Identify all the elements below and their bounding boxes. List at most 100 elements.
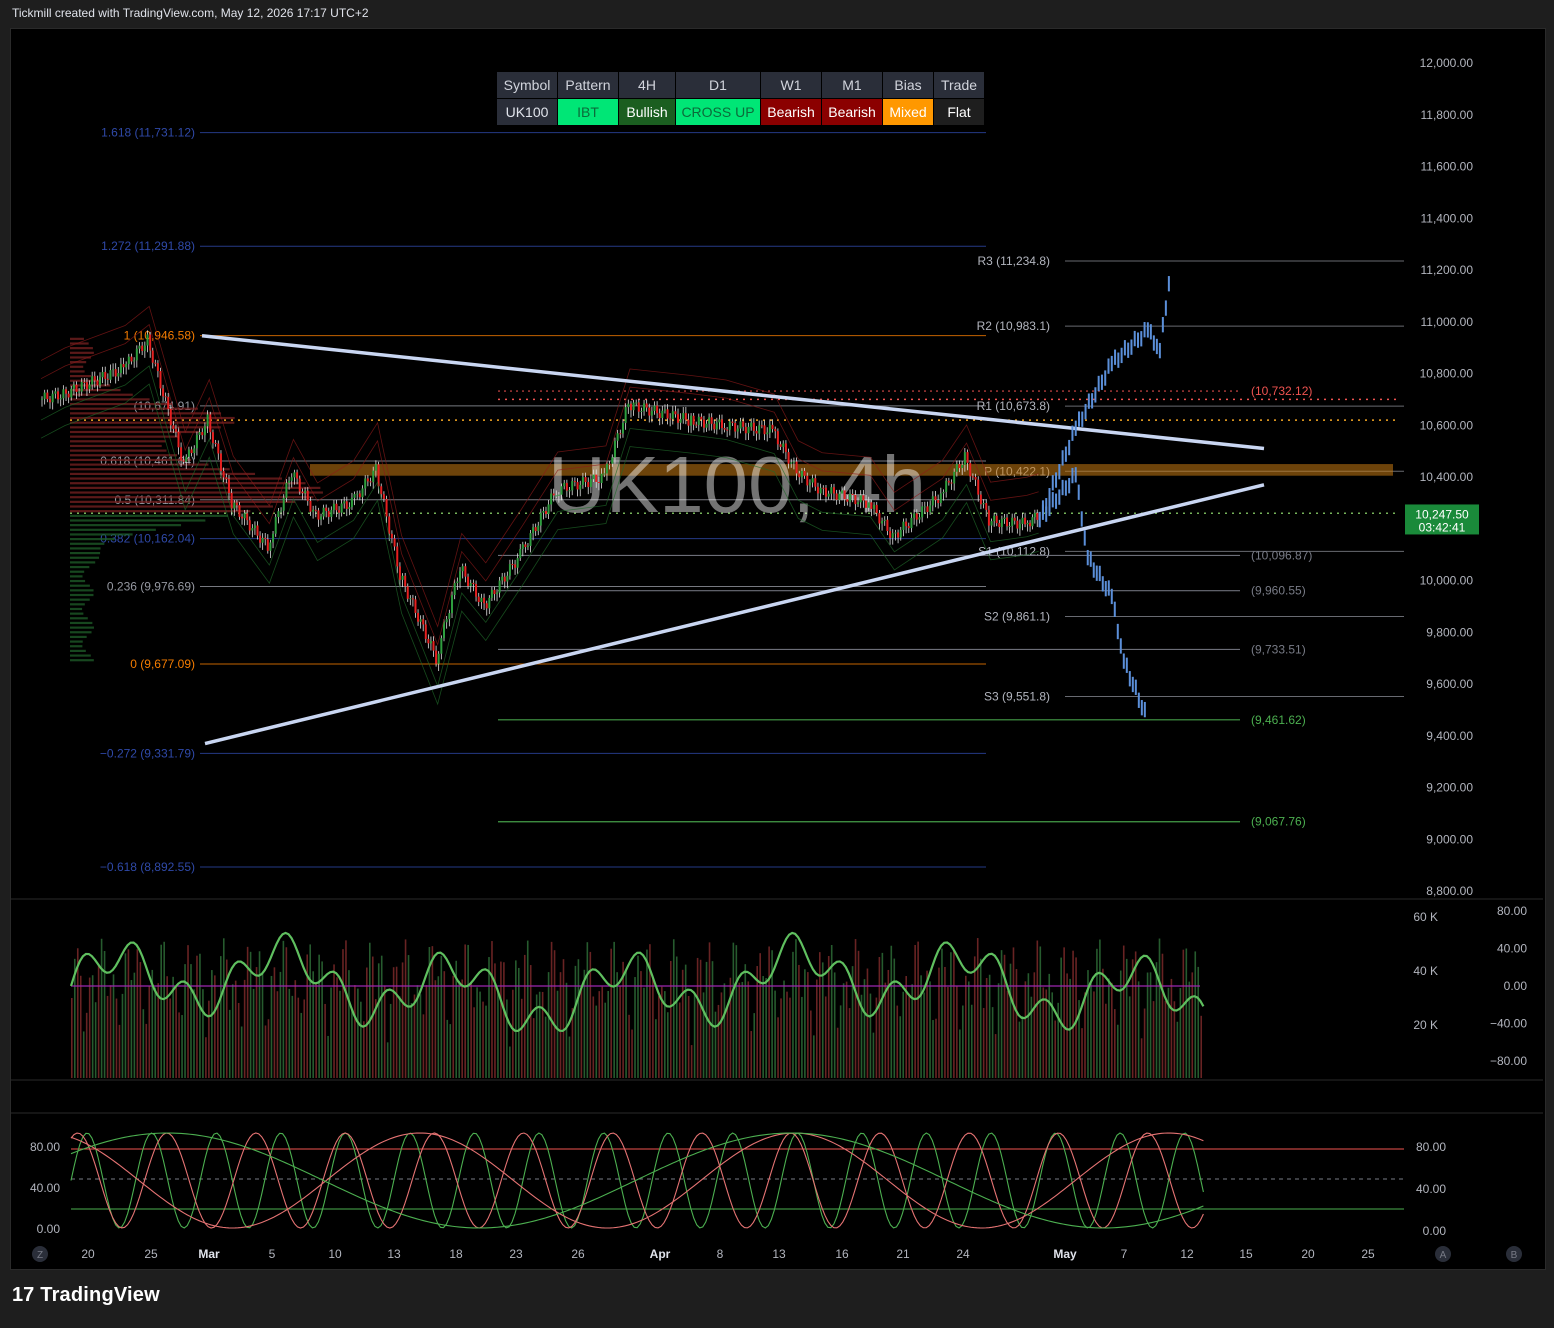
axis-button-left-label[interactable]: Z: [37, 1250, 43, 1261]
volume-bar: [881, 952, 884, 1078]
candle-body: [88, 384, 91, 390]
volume-bar: [696, 957, 699, 1078]
candle-body: [1029, 522, 1032, 527]
volume-bar: [91, 975, 94, 1078]
time-axis-tick: 15: [1239, 1247, 1253, 1261]
volume-bar: [526, 940, 529, 1078]
candle-body: [51, 393, 54, 403]
candle-body: [65, 389, 68, 394]
volume-bar: [699, 959, 702, 1078]
candle-body: [222, 471, 225, 478]
candle-body: [130, 356, 133, 362]
projection-bear-bar: [1128, 671, 1131, 687]
volume-bar: [893, 958, 896, 1078]
volume-bar: [476, 987, 478, 1078]
volume-bar: [279, 971, 282, 1078]
candle-body: [138, 345, 141, 349]
candle-body: [718, 419, 721, 423]
volume-bar: [795, 939, 797, 1078]
volume-bar: [94, 1002, 97, 1078]
volume-bar: [890, 945, 893, 1078]
tradingview-footer[interactable]: 17 TradingView: [12, 1284, 160, 1307]
volume-bar: [941, 948, 943, 1078]
projection-bear-bar: [1098, 565, 1101, 582]
volume-bar: [753, 1013, 756, 1078]
candle-body: [459, 571, 462, 582]
projection-bull-bar: [1143, 322, 1146, 338]
volume-bar: [357, 988, 359, 1078]
candle-body: [382, 494, 385, 499]
candle-body: [816, 486, 819, 494]
projection-bull-bar: [1107, 358, 1110, 374]
volume-profile-bar: [70, 579, 86, 583]
candle-body: [1026, 522, 1029, 525]
volume-bar: [711, 961, 714, 1078]
projection-level-label-0: (10,732.12): [1251, 384, 1312, 398]
candle-body: [59, 398, 62, 400]
candle-body: [918, 517, 921, 520]
volume-bar: [1164, 1000, 1167, 1078]
projection-bull-bar: [1161, 317, 1164, 333]
volume-bar: [136, 949, 139, 1078]
projection-bull-bar: [1146, 322, 1149, 338]
volume-bar: [118, 1024, 121, 1078]
volume-bar: [619, 986, 621, 1078]
candle-body: [312, 509, 315, 512]
axis-button-right_a-label[interactable]: A: [1440, 1250, 1447, 1261]
candle-body: [1006, 517, 1009, 527]
volume-bar: [205, 1037, 207, 1078]
volume-bar: [577, 959, 580, 1078]
candle-body: [832, 487, 835, 494]
candle-body: [865, 500, 868, 508]
projection-bear-bar: [1116, 623, 1119, 640]
volume-bar: [547, 972, 550, 1078]
candle-body: [429, 641, 432, 644]
volume-bar: [115, 998, 118, 1078]
volume-profile-bar: [70, 607, 83, 611]
volume-bar: [270, 975, 273, 1078]
projection-bear-bar: [1038, 511, 1041, 528]
pattern-table: Symbol Pattern 4H D1 W1 M1 Bias Trade UK100 IBT B…: [496, 71, 985, 126]
candle-body: [1013, 517, 1016, 521]
candle-body: [557, 494, 560, 496]
candle-body: [713, 423, 716, 430]
candle-body: [595, 474, 598, 482]
candle-body: [771, 424, 774, 430]
volume-bar: [169, 998, 171, 1078]
volume-bar: [777, 1017, 779, 1078]
projection-bull-bar: [1077, 411, 1080, 427]
candle-body: [75, 384, 78, 392]
candle-body: [432, 641, 435, 651]
chart-canvas[interactable]: 1.618 (11,731.12)1.272 (11,291.88)1 (10,…: [0, 0, 1554, 1328]
candle-body: [1036, 512, 1039, 520]
candle-body: [141, 345, 144, 351]
volume-bar: [202, 989, 204, 1078]
candle-body: [472, 582, 475, 585]
pattern-table-header-trade: Trade: [933, 71, 985, 99]
volume-bar: [783, 980, 785, 1078]
time-axis-tick: 13: [772, 1247, 786, 1261]
candle-body: [690, 415, 693, 426]
volume-bar: [562, 959, 565, 1078]
last-price-label: 10,247.50: [1415, 507, 1469, 521]
volume-bar: [649, 944, 651, 1078]
projection-bull-bar: [1061, 450, 1064, 466]
projection-bull-bar: [1114, 349, 1117, 365]
volume-bar: [792, 951, 794, 1078]
volume-bar: [720, 992, 723, 1078]
candle-body: [774, 429, 777, 432]
candle-body: [969, 462, 972, 477]
time-axis-tick: 12: [1180, 1247, 1194, 1261]
candle-body: [739, 421, 742, 429]
candle-body: [931, 496, 934, 506]
volume-bar: [658, 995, 660, 1078]
volume-bar: [1149, 972, 1152, 1078]
volume-bar: [1030, 996, 1033, 1078]
volume-bar: [377, 963, 380, 1078]
volume-bar: [959, 1029, 961, 1078]
candle-body: [958, 464, 961, 469]
volume-bar: [872, 1032, 875, 1078]
candle-body: [54, 391, 57, 394]
axis-button-right_b-label[interactable]: B: [1511, 1250, 1518, 1261]
volume-bar: [1200, 1015, 1203, 1078]
